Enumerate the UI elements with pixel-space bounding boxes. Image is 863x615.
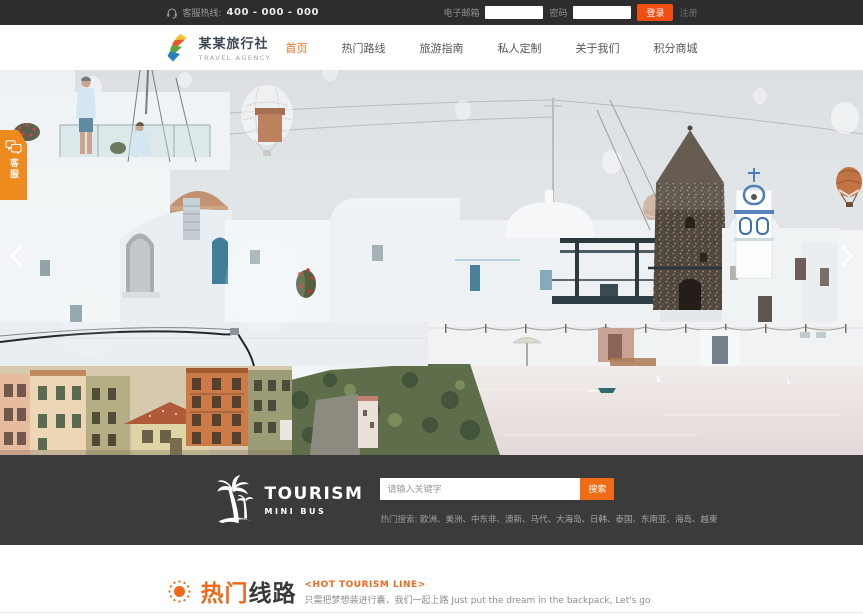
hot-search-keywords[interactable]: 欧洲、美洲、中东非、澳新、马代、大海岛、日韩、泰国、东南亚、海岛、越柬	[420, 515, 718, 525]
search-block: 搜索 热门搜索: 欧洲、美洲、中东非、澳新、马代、大海岛、日韩、泰国、东南亚、海…	[380, 476, 717, 525]
login-button[interactable]: 登录	[637, 4, 673, 21]
next-slide-button[interactable]	[834, 240, 858, 272]
tourism-brand: TOURISM MINI BUS	[214, 475, 364, 525]
tourism-subtitle: MINI BUS	[265, 507, 364, 516]
brand-subtitle: TRAVEL AGENCY	[199, 54, 272, 62]
palm-tree-icon	[214, 475, 256, 525]
main-menu: 首页 热门路线 旅游指南 私人定制 关于我们 积分商城	[286, 40, 698, 56]
brand-logo[interactable]: 某某旅行社 TRAVEL AGENCY	[166, 33, 272, 63]
section-title-rest: 线路	[249, 581, 297, 607]
headset-icon	[166, 7, 178, 19]
customer-service-tag[interactable]: 客服	[0, 130, 27, 200]
search-section: TOURISM MINI BUS 搜索 热门搜索: 欧洲、美洲、中东非、澳新、马…	[0, 455, 863, 545]
register-link[interactable]: 注册	[679, 6, 697, 19]
chevron-left-icon	[5, 240, 29, 272]
nav-item-custom[interactable]: 私人定制	[498, 40, 542, 56]
hero-illustration	[0, 70, 863, 455]
section-tagline-en: <HOT TOURISM LINE>	[305, 580, 651, 590]
nav-item-travel-guide[interactable]: 旅游指南	[420, 40, 464, 56]
sail-logo-icon	[166, 33, 192, 63]
hot-lines-section: 热门线路 <HOT TOURISM LINE> 只需把梦想装进行囊，我们一起上路…	[0, 545, 863, 615]
nav-item-home[interactable]: 首页	[286, 40, 308, 56]
email-input[interactable]	[485, 6, 543, 19]
hotline-label: 客服热线:	[183, 6, 222, 19]
nav-item-points-mall[interactable]: 积分商城	[654, 40, 698, 56]
brand-name: 某某旅行社	[199, 33, 272, 52]
section-title: 热门线路	[201, 574, 297, 608]
login-area: 电子邮箱 密码 登录 注册	[443, 4, 697, 21]
section-tagline-cn: 只需把梦想装进行囊，我们一起上路 Just put the dream in t…	[305, 593, 651, 606]
prev-slide-button[interactable]	[5, 240, 29, 272]
tourism-title: TOURISM	[265, 484, 364, 504]
hotline-number: 400 - 000 - 000	[227, 7, 319, 18]
nav-item-about[interactable]: 关于我们	[576, 40, 620, 56]
search-button[interactable]: 搜索	[580, 478, 614, 500]
chat-bubbles-icon	[5, 140, 22, 155]
password-input[interactable]	[573, 6, 631, 19]
topbar: 客服热线: 400 - 000 - 000 电子邮箱 密码 登录 注册	[0, 0, 863, 25]
sun-icon	[166, 578, 193, 605]
password-label: 密码	[549, 6, 567, 19]
hero-carousel: 客服	[0, 70, 863, 455]
chevron-right-icon	[834, 240, 858, 272]
nav-item-hot-routes[interactable]: 热门路线	[342, 40, 386, 56]
keyword-search-input[interactable]	[380, 478, 580, 500]
travel-agency-homepage: 客服热线: 400 - 000 - 000 电子邮箱 密码 登录 注册	[0, 0, 863, 615]
email-label: 电子邮箱	[443, 6, 479, 19]
navbar: 某某旅行社 TRAVEL AGENCY 首页 热门路线 旅游指南 私人定制 关于…	[0, 25, 863, 70]
service-hotline: 客服热线: 400 - 000 - 000	[166, 6, 319, 19]
section-title-highlight: 热门	[201, 581, 249, 607]
hot-search-label: 热门搜索:	[380, 515, 417, 525]
service-tag-label: 客服	[7, 158, 20, 180]
section-divider	[0, 612, 863, 613]
